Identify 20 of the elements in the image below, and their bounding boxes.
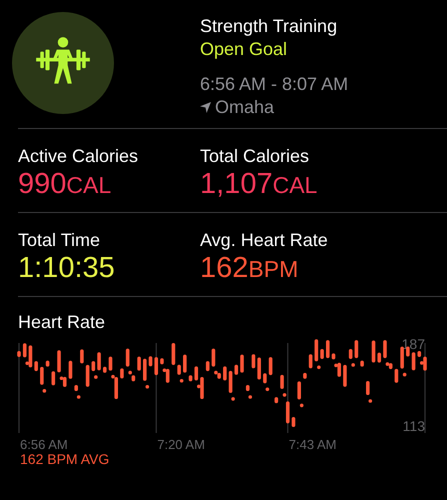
time-label: 7:43 AM [288,437,336,452]
time-label: 6:56 AM [20,437,68,452]
workout-title: Strength Training [200,15,338,38]
time-label: 7:20 AM [157,437,205,452]
stat-label: Active Calories [18,145,140,167]
stat-label: Avg. Heart Rate [200,229,329,251]
location-label: Omaha [215,96,274,118]
chart-title: Heart Rate [17,311,106,333]
goal-label: Open Goal [200,38,288,60]
stat-label: Total Calories [200,145,310,167]
stat-value: 1:10:35 [18,251,116,285]
location-arrow-icon [200,102,211,112]
average-label: 162 BPM AVG [19,451,110,467]
stat-value: 1,107CAL [200,167,318,202]
stat-label: Total Time [18,229,102,251]
stat-value: 162BPM [200,251,300,286]
time-range: 6:56 AM - 8:07 AM [200,73,348,96]
min-label: 113 [402,418,425,434]
stat-value: 990CAL [18,167,112,202]
max-label: 187 [402,336,425,352]
